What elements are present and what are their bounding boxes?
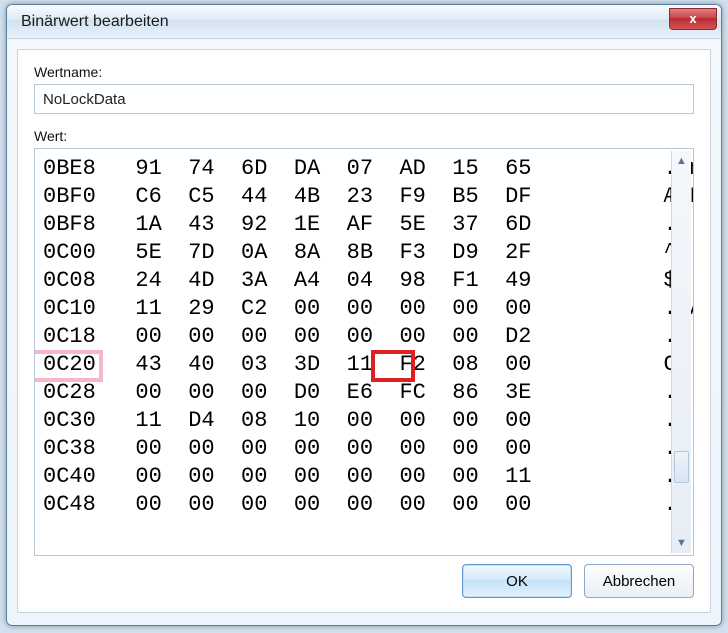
hex-text[interactable]: 0BE8 91 74 6D DA 07 AD 15 65 .tmÚ.–.e 0B… [35,149,693,525]
dialog-window: Binärwert bearbeiten x Wertname: Wert: 0… [6,4,722,626]
close-icon: x [689,11,696,26]
titlebar: Binärwert bearbeiten x [7,5,721,39]
hex-editor[interactable]: 0BE8 91 74 6D DA 07 AD 15 65 .tmÚ.–.e 0B… [34,148,694,556]
ok-button[interactable]: OK [462,564,572,598]
value-name-input[interactable] [34,84,694,114]
cancel-button[interactable]: Abbrechen [584,564,694,598]
scroll-up-arrow[interactable]: ▲ [672,151,691,171]
window-title: Binärwert bearbeiten [21,13,669,31]
button-row: OK Abbrechen [462,564,694,598]
scrollbar[interactable]: ▲ ▼ [671,151,691,553]
label-value-name: Wertname: [34,64,694,80]
label-value-data: Wert: [34,128,694,144]
scroll-thumb[interactable] [674,451,689,483]
dialog-client-area: Wertname: Wert: 0BE8 91 74 6D DA 07 AD 1… [17,49,711,613]
close-button[interactable]: x [669,8,717,30]
scroll-down-arrow[interactable]: ▼ [672,533,691,553]
